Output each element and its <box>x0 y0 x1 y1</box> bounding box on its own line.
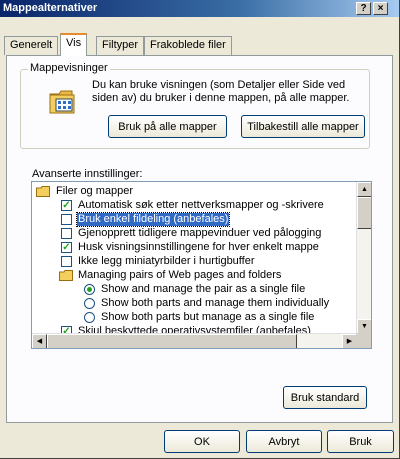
tree-item-label: Show both parts and manage them individu… <box>101 297 330 309</box>
folder-options-dialog: Mappealternativer ? × Generelt Vis Filty… <box>0 0 400 459</box>
scroll-right-icon[interactable]: ▶ <box>342 334 357 348</box>
folder-options-icon <box>49 90 75 114</box>
tab-generelt[interactable]: Generelt <box>4 36 59 55</box>
scroll-left-icon[interactable]: ◀ <box>32 334 47 348</box>
tab-filtyper[interactable]: Filtyper <box>96 36 145 55</box>
folder-views-description: Du kan bruke visningen (som Detaljer ell… <box>92 79 350 104</box>
vertical-scrollbar[interactable]: ▲ ▼ <box>356 182 371 334</box>
folder-icon <box>36 186 50 197</box>
window-title: Mappealternativer <box>3 2 98 14</box>
vertical-scroll-thumb[interactable] <box>357 197 371 229</box>
tree-item-label: Managing pairs of Web pages and folders <box>78 269 282 281</box>
radio-unselected[interactable] <box>84 298 95 309</box>
tree-item-label-selected: Bruk enkel fildeling (anbefales) <box>75 212 231 227</box>
restore-defaults-button[interactable]: Bruk standard <box>283 386 367 409</box>
tree-item-label: Ikke legg miniatyrbilder i hurtigbuffer <box>78 255 255 267</box>
advanced-settings-tree[interactable]: Filer og mapper ✓ Automatisk søk etter n… <box>31 181 372 349</box>
checkbox-unchecked[interactable] <box>61 214 72 225</box>
close-button[interactable]: × <box>373 2 388 15</box>
help-button[interactable]: ? <box>356 2 371 15</box>
apply-to-all-folders-button[interactable]: Bruk på alle mapper <box>108 115 227 138</box>
tree-item-label: Automatisk søk etter nettverksmapper og … <box>78 199 324 211</box>
folder-views-legend: Mappevisninger <box>28 62 110 74</box>
radio-unselected[interactable] <box>84 312 95 323</box>
checkbox-unchecked[interactable] <box>61 256 72 267</box>
tab-vis[interactable]: Vis <box>60 33 88 56</box>
horizontal-scrollbar[interactable]: ◀ ▶ <box>32 333 357 348</box>
tab-frakoblede-filer[interactable]: Frakoblede filer <box>144 36 232 55</box>
radio-selected[interactable] <box>84 284 95 295</box>
ok-button[interactable]: OK <box>164 430 240 453</box>
checkbox-checked[interactable]: ✓ <box>61 242 72 253</box>
horizontal-scroll-thumb[interactable] <box>47 334 297 348</box>
checkbox-checked[interactable]: ✓ <box>61 200 72 211</box>
title-bar: Mappealternativer ? × <box>0 0 399 17</box>
checkbox-unchecked[interactable] <box>61 228 72 239</box>
tree-item-label: Filer og mapper <box>56 185 134 197</box>
advanced-settings-label: Avanserte innstillinger: <box>32 168 143 180</box>
cancel-button[interactable]: Avbryt <box>246 430 322 453</box>
scrollbar-corner <box>356 333 371 348</box>
tree-item-label: Show and manage the pair as a single fil… <box>101 283 306 295</box>
tree-item-label: Gjenopprett tidligere mappevinduer ved p… <box>78 227 322 239</box>
reset-all-folders-button[interactable]: Tilbakestill alle mapper <box>241 115 365 138</box>
tree-item-label: Show both parts but manage as a single f… <box>101 311 315 323</box>
folder-icon <box>59 270 73 281</box>
tree-item-label: Husk visningsinnstillingene for hver enk… <box>78 241 319 253</box>
apply-button[interactable]: Bruk <box>327 430 394 453</box>
scroll-down-icon[interactable]: ▼ <box>357 319 371 334</box>
scroll-up-icon[interactable]: ▲ <box>357 182 371 197</box>
